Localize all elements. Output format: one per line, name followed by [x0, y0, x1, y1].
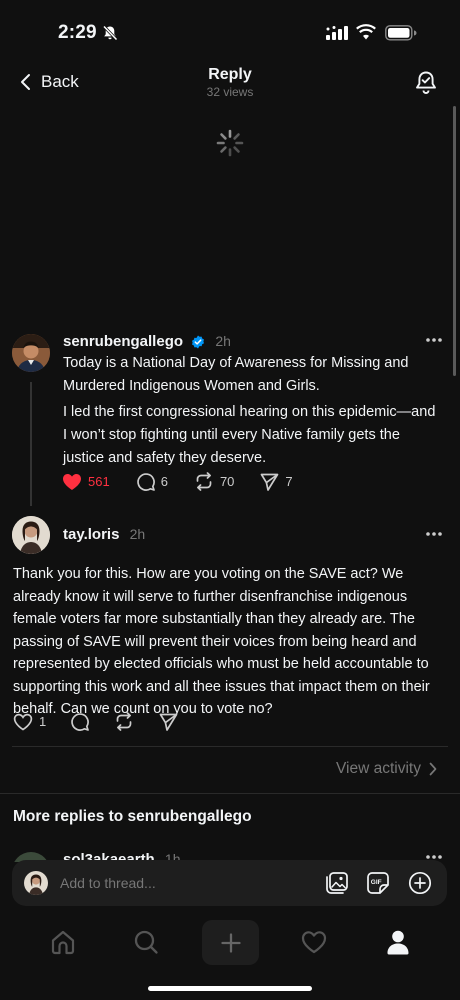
reply-input[interactable]: Add to thread...	[60, 875, 156, 891]
more-replies-heading: More replies to senrubengallego	[13, 808, 252, 825]
nav-header: Back Reply 32 views	[0, 64, 460, 104]
repost-icon[interactable]	[114, 712, 134, 731]
bell-off-icon	[102, 25, 118, 41]
heart-filled-icon	[63, 473, 81, 490]
post-author[interactable]: senrubengallego 2h	[63, 333, 231, 350]
post-author[interactable]: tay.loris 2h	[63, 526, 145, 543]
username[interactable]: tay.loris	[63, 526, 119, 543]
reply-count: 6	[160, 474, 168, 489]
battery-icon	[385, 25, 417, 41]
like-count: 1	[39, 714, 47, 729]
post-time: 2h	[129, 526, 146, 542]
profile-photo-icon	[12, 516, 50, 554]
avatar[interactable]	[12, 334, 50, 372]
view-activity-link[interactable]: View activity	[336, 760, 437, 778]
repost-icon	[196, 472, 212, 491]
repost-count: 70	[219, 474, 235, 489]
more-options-icon[interactable]	[425, 531, 443, 537]
comment-bubble-icon	[136, 473, 155, 491]
share-button[interactable]: 7	[260, 473, 293, 491]
like-button[interactable]: 561	[62, 473, 110, 491]
post-time: 2h	[215, 333, 231, 349]
views-count: 32 views	[206, 85, 254, 99]
image-gallery-icon[interactable]	[325, 871, 349, 895]
reply-composer[interactable]: Add to thread... GIF	[12, 860, 447, 906]
add-circle-icon[interactable]	[408, 871, 432, 895]
section-divider	[0, 793, 460, 794]
comment-bubble-icon[interactable]	[70, 712, 90, 731]
post-text-paragraph-1: Today is a National Day of Awareness for…	[63, 355, 409, 394]
reply-actions: 1	[13, 712, 178, 731]
heart-outline-icon	[13, 713, 33, 730]
username[interactable]: senrubengallego	[63, 333, 183, 350]
reply-text: Thank you for this. How are you voting o…	[13, 566, 430, 717]
home-indicator	[148, 986, 312, 991]
like-count: 561	[88, 474, 110, 489]
notification-bell-check-icon[interactable]	[414, 70, 438, 96]
svg-text:GIF: GIF	[371, 879, 382, 886]
repost-button[interactable]: 70	[194, 472, 234, 491]
more-options-icon[interactable]	[425, 337, 443, 343]
send-icon[interactable]	[159, 713, 178, 731]
share-count: 7	[285, 474, 293, 489]
divider	[12, 746, 448, 747]
plus-icon	[220, 932, 241, 953]
create-post-button[interactable]	[202, 920, 259, 965]
thread-line	[30, 382, 32, 506]
like-button[interactable]: 1	[13, 713, 46, 731]
gif-icon[interactable]: GIF	[366, 871, 390, 895]
original-post: senrubengallego 2h Today is a National D…	[0, 330, 460, 506]
avatar[interactable]	[12, 516, 50, 554]
search-icon[interactable]	[132, 928, 160, 956]
view-activity-label: View activity	[336, 760, 421, 777]
reply-button[interactable]: 6	[136, 472, 168, 491]
post-actions: 561 6 70 7	[62, 472, 319, 491]
send-icon	[261, 473, 279, 491]
heart-activity-icon[interactable]	[300, 928, 328, 956]
avatar	[24, 871, 48, 895]
cellular-signal-icon	[326, 26, 348, 40]
loading-spinner-icon	[216, 129, 244, 157]
post-text-paragraph-2: I led the first congressional hearing on…	[63, 404, 436, 466]
verified-badge-icon	[192, 335, 205, 349]
status-bar: 2:29	[0, 0, 460, 64]
page-title: Reply	[208, 66, 252, 83]
profile-photo-icon	[12, 334, 50, 372]
status-time: 2:29	[58, 22, 97, 43]
wifi-icon	[356, 24, 376, 40]
profile-photo-icon	[24, 871, 48, 895]
profile-icon[interactable]	[384, 928, 412, 956]
chevron-right-icon	[429, 762, 437, 776]
home-icon[interactable]	[49, 928, 77, 956]
reply-post: tay.loris 2h Thank you for this. How are…	[0, 514, 460, 738]
